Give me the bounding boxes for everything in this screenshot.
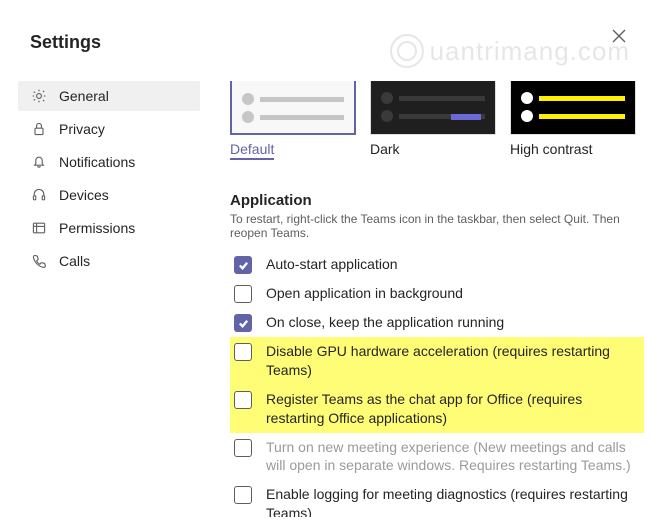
checkbox[interactable] [234,343,252,361]
checkbox[interactable] [234,439,252,457]
sidebar-item-label: Privacy [59,121,105,137]
theme-label: Default [230,141,274,160]
sidebar-item-label: General [59,88,109,104]
checkbox-label: Disable GPU hardware acceleration (requi… [266,342,640,380]
sidebar-item-label: Calls [59,253,90,269]
application-section-desc: To restart, right-click the Teams icon i… [230,212,644,240]
checkbox-row: Disable GPU hardware acceleration (requi… [230,337,644,385]
gear-icon [30,87,48,105]
checkbox-row: Enable logging for meeting diagnostics (… [230,480,644,517]
close-button[interactable] [610,28,628,46]
sidebar-item-calls[interactable]: Calls [18,246,200,276]
checkbox[interactable] [234,285,252,303]
sidebar-item-label: Devices [59,187,109,203]
checkbox[interactable] [234,391,252,409]
checkbox-row: Turn on new meeting experience (New meet… [230,433,644,481]
theme-picker: Default Dark High contrast [230,81,644,160]
phone-icon [30,252,48,270]
close-icon [612,29,626,46]
theme-preview [510,81,636,135]
sidebar-item-label: Permissions [59,220,135,236]
sidebar-item-devices[interactable]: Devices [18,180,200,210]
sidebar-item-privacy[interactable]: Privacy [18,114,200,144]
checkbox[interactable] [234,486,252,504]
headset-icon [30,186,48,204]
dialog-body: General Privacy Notifications Devices Permis… [0,81,650,517]
settings-dialog: Settings uantrimang.com GeneralPrivacyNo… [0,0,650,524]
theme-label: High contrast [510,141,636,157]
checkbox-row: Open application in background [230,279,644,308]
page-title: Settings [0,24,650,53]
theme-option-dark[interactable]: Dark [370,81,496,160]
application-section-title: Application [230,192,644,209]
theme-option-default[interactable]: Default [230,81,356,160]
settings-sidebar: General Privacy Notifications Devices Permis… [0,81,200,517]
checkbox-label: Open application in background [266,284,463,303]
checkbox-label: Turn on new meeting experience (New meet… [266,438,640,476]
sidebar-item-general[interactable]: General [18,81,200,111]
checkbox-label: Auto-start application [266,255,398,274]
theme-option-high-contrast[interactable]: High contrast [510,81,636,160]
permissions-icon [30,219,48,237]
sidebar-item-label: Notifications [59,154,135,170]
sidebar-item-permissions[interactable]: Permissions [18,213,200,243]
checkbox[interactable] [234,314,252,332]
lock-icon [30,120,48,138]
checkbox-row: Register Teams as the chat app for Offic… [230,385,644,433]
checkbox-label: On close, keep the application running [266,313,504,332]
theme-preview [230,81,356,135]
checkbox-row: Auto-start application [230,250,644,279]
settings-main: Default Dark High contrast Application To … [200,81,650,517]
checkbox[interactable] [234,256,252,274]
theme-label: Dark [370,141,496,157]
checkbox-label: Register Teams as the chat app for Offic… [266,390,640,428]
sidebar-item-notifications[interactable]: Notifications [18,147,200,177]
checkbox-row: On close, keep the application running [230,308,644,337]
bell-icon [30,153,48,171]
application-checkbox-list: Auto-start application Open application i… [230,250,644,517]
theme-preview [370,81,496,135]
checkbox-label: Enable logging for meeting diagnostics (… [266,485,640,517]
